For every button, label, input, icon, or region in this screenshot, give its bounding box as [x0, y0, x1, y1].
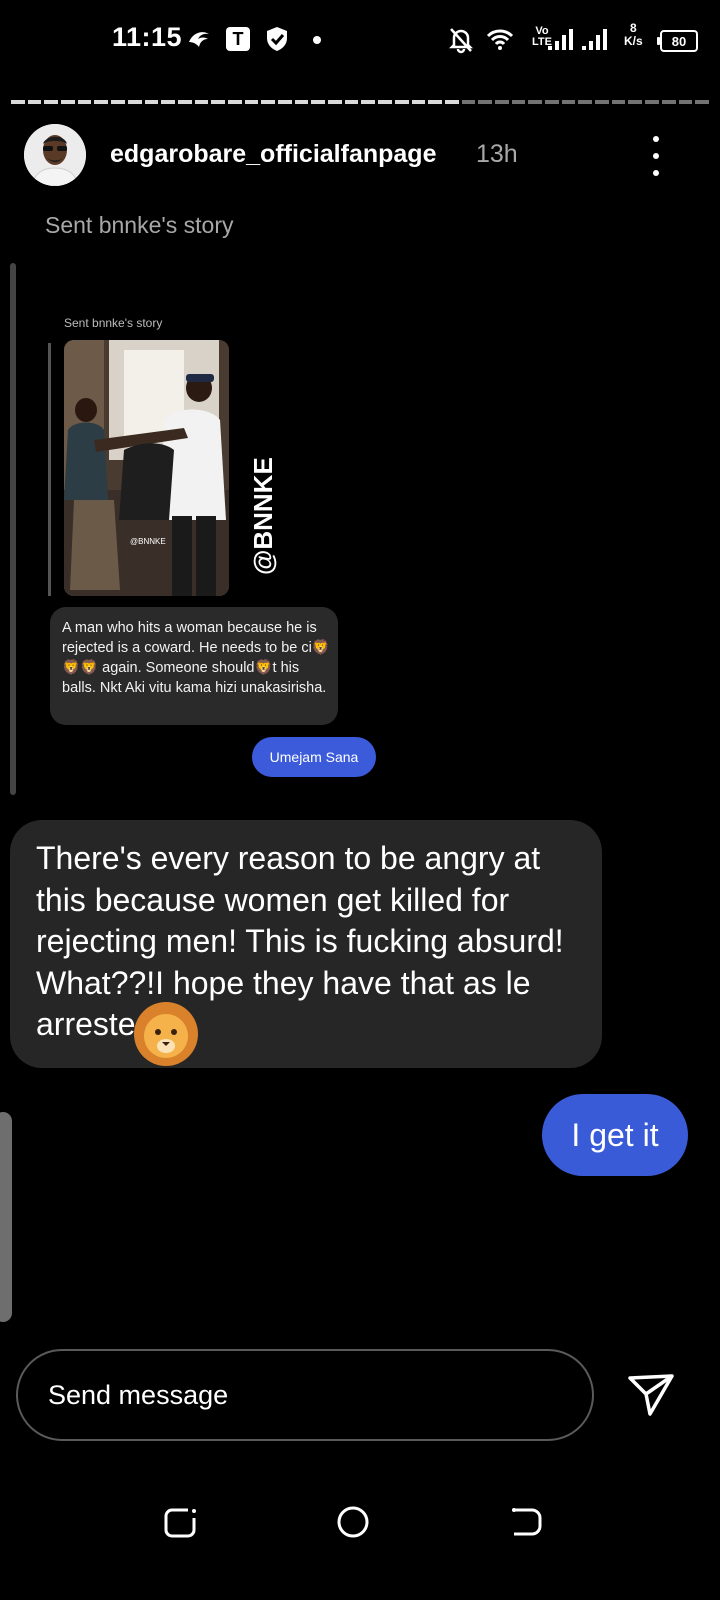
progress-segment: [294, 100, 309, 104]
progress-segment: [444, 100, 459, 104]
progress-segment: [511, 100, 526, 104]
progress-segment: [478, 100, 492, 104]
progress-segment: [578, 100, 593, 104]
message-input-placeholder: Send message: [48, 1380, 229, 1410]
reply-indicator-line: [10, 263, 16, 795]
progress-segment: [695, 100, 709, 104]
embed-reply-bubble: Umejam Sana: [252, 737, 376, 777]
svg-text:@BNNKE: @BNNKE: [248, 457, 278, 575]
home-icon[interactable]: [331, 1500, 375, 1544]
mute-bell-icon: [448, 28, 474, 54]
progress-segment: [528, 100, 542, 104]
more-notifications-dot-icon: [313, 36, 321, 44]
wifi-icon: [486, 29, 514, 50]
progress-segment: [27, 100, 42, 104]
outgoing-message-bubble[interactable]: I get it: [542, 1094, 688, 1176]
embed-sent-label: Sent bnnke's story: [64, 316, 163, 330]
send-icon[interactable]: [626, 1370, 676, 1418]
edge-panel-handle[interactable]: [0, 1112, 12, 1322]
lion-emoji-icon: [134, 1002, 198, 1066]
embed-reply-line: [48, 343, 51, 596]
progress-segment: [278, 100, 292, 104]
progress-segment: [211, 100, 225, 104]
network-speed: 8 K/s: [624, 21, 643, 48]
progress-segment: [328, 100, 342, 104]
t-icon: T: [226, 27, 250, 51]
progress-segment: [494, 100, 509, 104]
progress-segment: [595, 100, 609, 104]
username[interactable]: edgarobare_officialfanpage: [110, 140, 436, 169]
progress-segment: [77, 100, 92, 104]
status-bar: 11:15 T Vo LTE 8 K/s 80: [0, 0, 720, 80]
progress-segment: [94, 100, 109, 104]
more-options-button[interactable]: [644, 134, 668, 178]
post-time: 13h: [476, 140, 518, 168]
progress-segment: [161, 100, 175, 104]
signal-2-icon: [582, 29, 607, 50]
progress-segment: [194, 100, 209, 104]
recents-icon[interactable]: [158, 1500, 202, 1544]
battery-indicator: 80: [657, 30, 698, 52]
progress-segment: [177, 100, 192, 104]
dot-icon: [653, 136, 659, 142]
progress-segment: [111, 100, 125, 104]
progress-segment: [645, 100, 659, 104]
back-icon[interactable]: [504, 1500, 548, 1544]
story-image-icon: @BNNKE: [64, 340, 229, 596]
progress-segment: [411, 100, 426, 104]
signal-1-icon: [548, 29, 573, 50]
sent-story-label: Sent bnnke's story: [45, 212, 234, 238]
story-progress-bar: [11, 100, 709, 104]
progress-segment: [678, 100, 693, 104]
incoming-message-text: There's every reason to be angry at this…: [36, 840, 564, 1042]
progress-segment: [244, 100, 259, 104]
progress-segment: [11, 100, 25, 104]
progress-segment: [127, 100, 142, 104]
progress-segment: [361, 100, 376, 104]
embed-message-text: A man who hits a woman because he is rej…: [62, 620, 330, 696]
progress-segment: [661, 100, 676, 104]
progress-segment: [628, 100, 643, 104]
progress-segment: [144, 100, 159, 104]
progress-segment: [545, 100, 559, 104]
progress-segment: [311, 100, 326, 104]
progress-segment: [261, 100, 275, 104]
dot-icon: [653, 170, 659, 176]
progress-segment: [428, 100, 442, 104]
shield-icon: [267, 27, 287, 51]
progress-segment: [378, 100, 392, 104]
progress-segment: [344, 100, 359, 104]
progress-segment: [611, 100, 626, 104]
progress-segment: [227, 100, 242, 104]
story-photo[interactable]: @BNNKE: [64, 340, 229, 596]
progress-segment: [461, 100, 476, 104]
profile-photo-icon: [24, 124, 86, 186]
bird-notification-icon: [189, 32, 209, 47]
bnnke-watermark: @BNNKE: [248, 457, 278, 575]
avatar[interactable]: [24, 124, 86, 186]
progress-segment: [61, 100, 75, 104]
progress-segment: [44, 100, 59, 104]
progress-segment: [561, 100, 576, 104]
clock: 11:15: [112, 22, 183, 52]
dot-icon: [653, 153, 659, 159]
progress-segment: [394, 100, 409, 104]
svg-text:@BNNKE: @BNNKE: [130, 537, 166, 546]
